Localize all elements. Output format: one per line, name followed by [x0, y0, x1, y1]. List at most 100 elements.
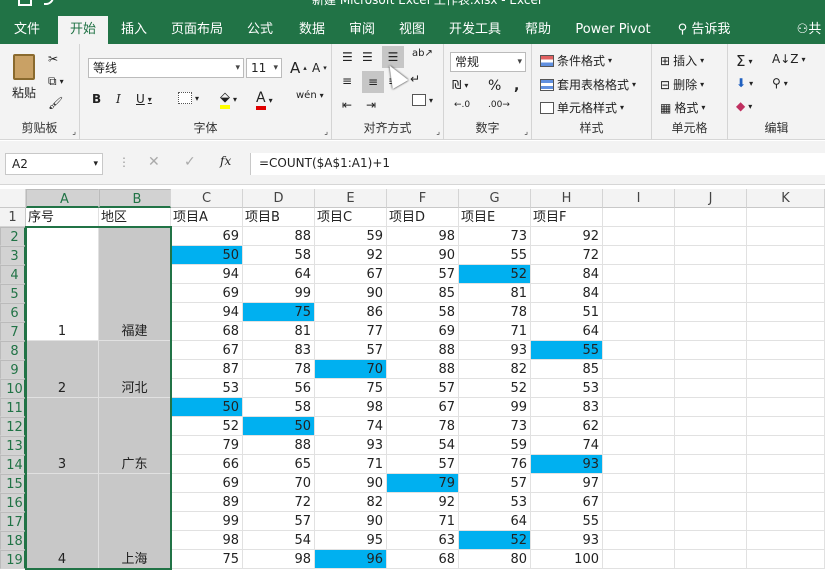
underline-button[interactable]: U ▾: [136, 92, 152, 106]
data-cell[interactable]: 50: [171, 246, 243, 265]
data-cell[interactable]: 88: [387, 360, 459, 379]
data-cell[interactable]: 93: [315, 436, 387, 455]
align-left-button[interactable]: ≡: [342, 74, 352, 88]
empty-cell[interactable]: [603, 208, 675, 227]
data-cell[interactable]: 80: [459, 550, 531, 569]
data-cell[interactable]: 63: [387, 531, 459, 550]
font-name-select[interactable]: 等线 ▾: [88, 58, 244, 78]
empty-cell[interactable]: [603, 531, 675, 550]
shrink-font-button[interactable]: A ▾: [312, 61, 327, 75]
format-cells-button[interactable]: ▦ 格式 ▾: [660, 99, 705, 116]
data-cell[interactable]: 98: [387, 227, 459, 246]
tab-formulas[interactable]: 公式: [238, 16, 282, 44]
data-cell[interactable]: 98: [315, 398, 387, 417]
header-cell[interactable]: 项目C: [315, 208, 387, 227]
merged-cell-no[interactable]: 2: [26, 341, 99, 398]
font-color-button[interactable]: A ▾: [256, 90, 273, 110]
data-cell[interactable]: 52: [459, 265, 531, 284]
data-cell[interactable]: 68: [387, 550, 459, 569]
data-cell[interactable]: 90: [315, 284, 387, 303]
tab-help[interactable]: 帮助: [516, 16, 560, 44]
empty-cell[interactable]: [675, 550, 747, 569]
data-cell[interactable]: 53: [531, 379, 603, 398]
dialog-launcher-icon[interactable]: ⌟: [436, 127, 440, 136]
data-cell[interactable]: 58: [243, 246, 315, 265]
data-cell[interactable]: 99: [243, 284, 315, 303]
data-cell[interactable]: 54: [387, 436, 459, 455]
merged-cell-region[interactable]: 上海: [99, 474, 171, 569]
row-header-2[interactable]: 2: [0, 227, 26, 246]
grow-font-button[interactable]: A ▴: [290, 59, 307, 77]
merged-cell-region[interactable]: 福建: [99, 227, 171, 341]
column-header-k[interactable]: K: [747, 189, 825, 208]
empty-cell[interactable]: [675, 417, 747, 436]
empty-cell[interactable]: [675, 303, 747, 322]
data-cell[interactable]: 67: [531, 493, 603, 512]
data-cell[interactable]: 59: [459, 436, 531, 455]
data-cell[interactable]: 72: [531, 246, 603, 265]
data-cell[interactable]: 75: [171, 550, 243, 569]
data-cell[interactable]: 52: [459, 379, 531, 398]
data-cell[interactable]: 75: [243, 303, 315, 322]
row-header-1[interactable]: 1: [0, 208, 26, 227]
data-cell[interactable]: 71: [387, 512, 459, 531]
data-cell[interactable]: 71: [315, 455, 387, 474]
data-cell[interactable]: 83: [243, 341, 315, 360]
data-cell[interactable]: 99: [459, 398, 531, 417]
empty-cell[interactable]: [675, 512, 747, 531]
data-cell[interactable]: 57: [387, 265, 459, 284]
tab-developer[interactable]: 开发工具: [442, 16, 508, 44]
fill-color-button[interactable]: ⬙ ▾: [220, 90, 237, 109]
data-cell[interactable]: 74: [315, 417, 387, 436]
data-cell[interactable]: 97: [531, 474, 603, 493]
dialog-launcher-icon[interactable]: ⌟: [524, 127, 528, 136]
clear-button[interactable]: ◆ ▾: [736, 99, 752, 113]
data-cell[interactable]: 82: [315, 493, 387, 512]
empty-cell[interactable]: [747, 436, 825, 455]
data-cell[interactable]: 92: [387, 493, 459, 512]
column-header-d[interactable]: D: [243, 189, 315, 208]
comma-style-button[interactable]: ,: [514, 78, 519, 94]
tab-insert[interactable]: 插入: [112, 16, 156, 44]
data-cell[interactable]: 86: [315, 303, 387, 322]
empty-cell[interactable]: [747, 417, 825, 436]
data-cell[interactable]: 51: [531, 303, 603, 322]
column-header-g[interactable]: G: [459, 189, 531, 208]
row-header-7[interactable]: 7: [0, 322, 26, 341]
data-cell[interactable]: 57: [315, 341, 387, 360]
data-cell[interactable]: 58: [387, 303, 459, 322]
row-header-19[interactable]: 19: [0, 550, 26, 569]
empty-cell[interactable]: [603, 512, 675, 531]
tab-page-layout[interactable]: 页面布局: [164, 16, 230, 44]
merged-cell-region[interactable]: 广东: [99, 398, 171, 474]
row-header-18[interactable]: 18: [0, 531, 26, 550]
data-cell[interactable]: 62: [531, 417, 603, 436]
align-center-button[interactable]: ≡: [362, 71, 384, 93]
data-cell[interactable]: 69: [171, 227, 243, 246]
tab-file[interactable]: 文件: [4, 16, 50, 44]
insert-cells-button[interactable]: ⊞ 插入 ▾: [660, 52, 704, 69]
data-cell[interactable]: 52: [459, 531, 531, 550]
row-header-8[interactable]: 8: [0, 341, 26, 360]
empty-cell[interactable]: [603, 227, 675, 246]
empty-cell[interactable]: [747, 474, 825, 493]
data-cell[interactable]: 69: [171, 474, 243, 493]
row-header-6[interactable]: 6: [0, 303, 26, 322]
accounting-format-button[interactable]: ₪ ▾: [452, 78, 468, 92]
empty-cell[interactable]: [747, 360, 825, 379]
data-cell[interactable]: 59: [315, 227, 387, 246]
empty-cell[interactable]: [747, 284, 825, 303]
data-cell[interactable]: 84: [531, 284, 603, 303]
data-cell[interactable]: 70: [243, 474, 315, 493]
empty-cell[interactable]: [603, 417, 675, 436]
data-cell[interactable]: 57: [459, 474, 531, 493]
data-cell[interactable]: 71: [459, 322, 531, 341]
empty-cell[interactable]: [675, 360, 747, 379]
empty-cell[interactable]: [675, 493, 747, 512]
empty-cell[interactable]: [747, 265, 825, 284]
merge-center-button[interactable]: ▾: [412, 94, 433, 106]
data-cell[interactable]: 79: [387, 474, 459, 493]
format-as-table-button[interactable]: 套用表格格式 ▾: [540, 76, 636, 93]
row-header-14[interactable]: 14: [0, 455, 26, 474]
worksheet-grid[interactable]: A B C D E F G H I J K 1 2 3 4 5 6 7 8 9 10 11 12 13 14 15 16 17 18 19…: [0, 189, 825, 572]
